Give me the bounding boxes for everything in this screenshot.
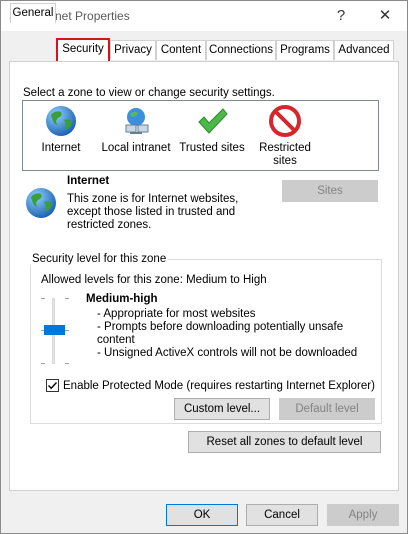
slider-tick (41, 298, 45, 299)
slider-tick (65, 363, 69, 364)
sites-button[interactable]: Sites (282, 180, 378, 202)
checkmark-icon (48, 382, 58, 390)
level-detail-line: - Prompts before downloading potentially… (97, 321, 344, 346)
zone-instruction: Select a zone to view or change security… (23, 87, 275, 99)
zone-internet[interactable]: Internet (35, 101, 87, 154)
zone-trusted-sites-label: Trusted sites (179, 142, 245, 154)
tab-content[interactable]: Content (156, 40, 206, 60)
globe-icon (26, 188, 56, 218)
zone-trusted-sites[interactable]: Trusted sites (177, 101, 247, 154)
default-level-button[interactable]: Default level (279, 398, 375, 420)
ok-button[interactable]: OK (166, 504, 238, 526)
globe-icon (46, 106, 76, 136)
reset-all-zones-button[interactable]: Reset all zones to default level (188, 431, 381, 453)
security-level-details: - Appropriate for most websites - Prompt… (97, 308, 367, 360)
help-button[interactable]: ? (331, 6, 351, 26)
intranet-icon (125, 108, 149, 134)
tab-connections[interactable]: Connections (206, 40, 276, 60)
slider-tick (65, 330, 69, 331)
tab-security[interactable]: Security (56, 38, 110, 61)
zone-info-title: Internet (67, 175, 110, 187)
tab-privacy[interactable]: Privacy (110, 40, 156, 60)
internet-properties-window: Internet Properties ? ✕ General Security… (0, 0, 408, 534)
no-entry-icon (269, 105, 301, 137)
security-level-name: Medium-high (86, 293, 158, 305)
zone-restricted-sites[interactable]: Restricted sites (253, 101, 317, 168)
level-detail-line: - Appropriate for most websites (97, 308, 256, 320)
zone-local-intranet[interactable]: Local intranet (99, 101, 173, 154)
tab-programs[interactable]: Programs (276, 40, 334, 60)
title-bar: Internet Properties ? ✕ (1, 1, 407, 31)
cancel-button[interactable]: Cancel (246, 504, 318, 526)
checkmark-icon (198, 108, 228, 134)
security-level-group-label: Security level for this zone (30, 253, 169, 265)
zone-internet-label: Internet (41, 142, 81, 154)
protected-mode-checkbox[interactable] (46, 379, 59, 392)
tab-general[interactable]: General (10, 3, 56, 23)
custom-level-button[interactable]: Custom level... (174, 398, 270, 420)
tab-advanced[interactable]: Advanced (334, 40, 394, 60)
close-button[interactable]: ✕ (375, 6, 395, 26)
slider-tick (65, 298, 69, 299)
allowed-levels-text: Allowed levels for this zone: Medium to … (41, 274, 267, 286)
zone-info-description: This zone is for Internet websites, exce… (67, 193, 239, 231)
security-level-slider-thumb[interactable] (44, 325, 65, 335)
apply-button[interactable]: Apply (327, 504, 399, 526)
level-detail-line: - Unsigned ActiveX controls will not be … (97, 347, 358, 359)
slider-tick (41, 363, 45, 364)
protected-mode-label: Enable Protected Mode (requires restarti… (63, 380, 375, 392)
zone-restricted-sites-label: Restricted sites (259, 142, 311, 167)
zone-local-intranet-label: Local intranet (101, 142, 171, 154)
